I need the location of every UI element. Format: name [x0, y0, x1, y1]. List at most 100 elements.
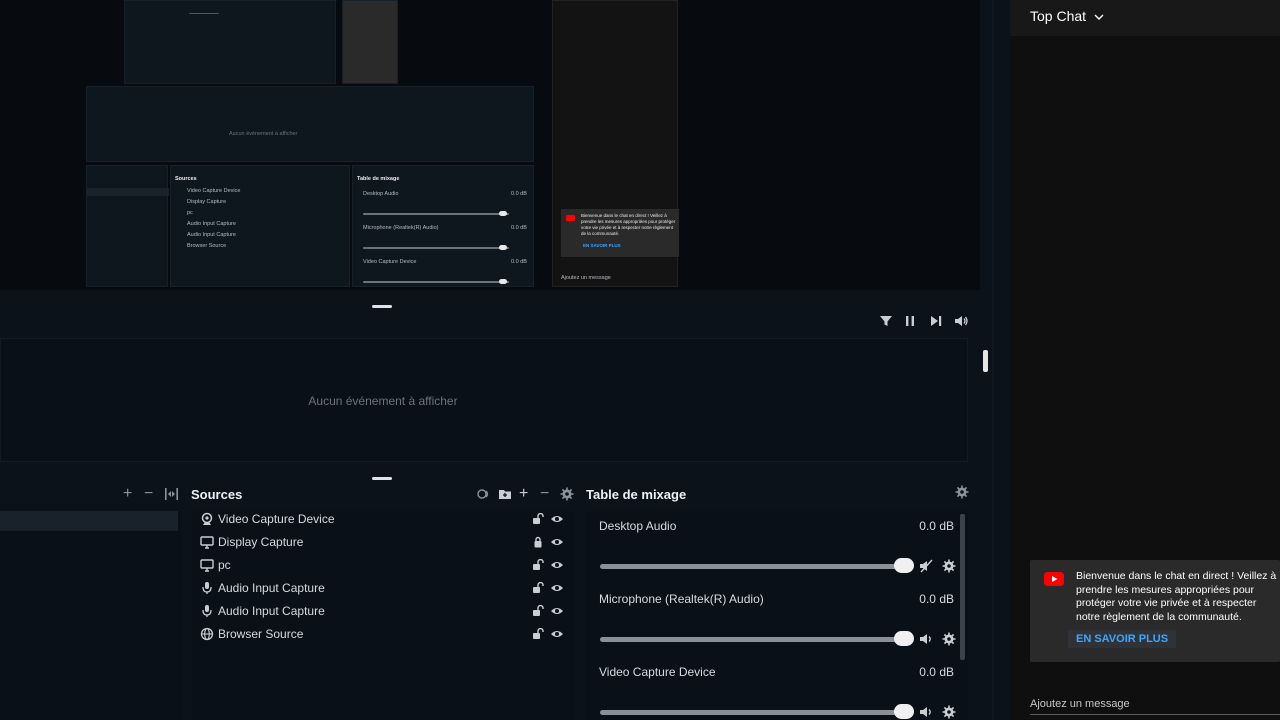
mini-chat-top: [342, 0, 398, 84]
add-source-button[interactable]: +: [519, 486, 528, 502]
dock-resize-handle[interactable]: [983, 350, 988, 372]
unlock-icon[interactable]: [532, 559, 544, 571]
window-divider: [992, 0, 994, 720]
source-label: Video Capture Device: [218, 512, 335, 526]
mini-window-top: [124, 0, 336, 84]
speaker-icon[interactable]: [919, 705, 933, 719]
log-toolbar: [0, 308, 980, 334]
mini-channel-knob: [499, 279, 507, 284]
channel-name: Video Capture Device: [599, 665, 716, 679]
log-empty-text: Aucun événement à afficher: [308, 394, 458, 408]
splitter-handle[interactable]: [372, 477, 392, 480]
mini-scene-selected: [87, 188, 169, 196]
channel-gear-icon[interactable]: [942, 632, 956, 646]
volume-slider-handle[interactable]: [894, 704, 914, 719]
eye-icon[interactable]: [550, 560, 564, 570]
source-row[interactable]: Audio Input Capture: [192, 578, 574, 600]
mini-source-item: Audio Input Capture: [187, 221, 236, 227]
source-row[interactable]: Audio Input Capture: [192, 601, 574, 623]
mini-chat-input: Ajoutez un message: [561, 275, 611, 281]
learn-more-link[interactable]: EN SAVOIR PLUS: [1068, 630, 1177, 648]
source-row[interactable]: pc: [192, 555, 574, 577]
filter-icon[interactable]: [878, 313, 894, 329]
unlock-icon[interactable]: [532, 513, 544, 525]
mini-channel-knob: [499, 245, 507, 250]
monitor-icon: [200, 536, 214, 549]
mini-channel-track: [363, 281, 509, 283]
volume-slider-handle[interactable]: [894, 558, 914, 573]
mini-chat-card-link: EN SAVOIR PLUS: [583, 243, 621, 248]
mini-scenes: [86, 165, 169, 287]
mini-channel-track: [363, 247, 509, 249]
chevron-down-icon: [1094, 14, 1104, 21]
audio-mixer-toggle-icon[interactable]: [477, 487, 492, 501]
eye-icon[interactable]: [550, 629, 564, 639]
unlock-icon[interactable]: [532, 628, 544, 640]
mixer-scrollbar[interactable]: [960, 514, 965, 660]
volume-slider-track[interactable]: [600, 564, 900, 569]
remove-scene-button[interactable]: −: [144, 486, 153, 502]
mixer-gear-icon[interactable]: [955, 485, 969, 499]
sources-list[interactable]: Video Capture Device Display Capture pc …: [192, 511, 574, 720]
channel-gear-icon[interactable]: [942, 559, 956, 573]
chat-mode-dropdown[interactable]: Top Chat: [1030, 8, 1104, 24]
add-folder-icon[interactable]: [498, 487, 512, 501]
channel-gear-icon[interactable]: [942, 705, 956, 719]
preview-canvas[interactable]: Aucun événement à afficher Sources Video…: [0, 0, 980, 290]
mini-log: Aucun événement à afficher: [86, 86, 534, 162]
mixer-channel: Desktop Audio 0.0 dB: [586, 511, 968, 585]
scenes-list[interactable]: [0, 511, 182, 720]
skip-forward-icon[interactable]: [928, 313, 944, 329]
mini-youtube-icon: [566, 215, 575, 221]
lock-icon[interactable]: [532, 536, 544, 548]
eye-icon[interactable]: [550, 537, 564, 547]
mini-source-item: Display Capture: [187, 199, 227, 205]
mini-channel-knob: [499, 211, 507, 216]
source-row[interactable]: Video Capture Device: [192, 509, 574, 531]
chat-welcome-card: Bienvenue dans le chat en direct ! Veill…: [1030, 560, 1280, 662]
mini-sources: Sources Video Capture Device Display Cap…: [170, 165, 350, 287]
volume-slider-handle[interactable]: [894, 631, 914, 646]
volume-slider-track[interactable]: [600, 637, 900, 642]
mini-channel-track: [363, 213, 509, 215]
source-label: Audio Input Capture: [218, 604, 325, 618]
speaker-icon[interactable]: [919, 632, 933, 646]
mixer-channel: Video Capture Device 0.0 dB: [586, 657, 968, 720]
filter-scene-button[interactable]: [164, 487, 179, 501]
eye-icon[interactable]: [550, 606, 564, 616]
chat-message-input[interactable]: Ajoutez un message: [1030, 698, 1130, 710]
globe-icon: [200, 627, 214, 641]
mini-source-item: Browser Source: [187, 243, 227, 249]
source-row[interactable]: Display Capture: [192, 532, 574, 554]
unlock-icon[interactable]: [532, 582, 544, 594]
source-properties-gear-icon[interactable]: [560, 487, 574, 501]
unlock-icon[interactable]: [532, 605, 544, 617]
eye-icon[interactable]: [550, 583, 564, 593]
mini-chat-card-text: Bienvenue dans le chat en direct ! Veill…: [581, 213, 676, 236]
mini-channel-db: 0.0 dB: [511, 191, 527, 197]
mini-log-empty: Aucun événement à afficher: [229, 131, 298, 137]
audio-mixer: Desktop Audio 0.0 dB Microphone (Realtek…: [586, 511, 968, 720]
channel-db: 0.0 dB: [919, 665, 954, 679]
volume-slider-track[interactable]: [600, 710, 900, 715]
remove-source-button[interactable]: −: [540, 486, 549, 502]
mixer-channel: Microphone (Realtek(R) Audio) 0.0 dB: [586, 584, 968, 658]
chat-input-underline: [1030, 714, 1280, 715]
source-row[interactable]: Browser Source: [192, 624, 574, 646]
add-scene-button[interactable]: +: [123, 486, 132, 502]
speaker-muted-icon[interactable]: [919, 559, 933, 573]
mini-source-item: pc: [187, 210, 193, 216]
eye-icon[interactable]: [550, 514, 564, 524]
monitor-icon: [200, 559, 214, 572]
mini-source-item: Video Capture Device: [187, 188, 241, 194]
mini-mixer: Table de mixage Desktop Audio 0.0 dB Mic…: [352, 165, 534, 287]
chat-mode-label: Top Chat: [1030, 8, 1087, 24]
scene-selected-row[interactable]: [0, 511, 178, 531]
mini-chat: Bienvenue dans le chat en direct ! Veill…: [552, 0, 679, 287]
mixer-title: Table de mixage: [586, 487, 687, 502]
pause-icon[interactable]: [902, 313, 918, 329]
mini-chat-card: Bienvenue dans le chat en direct ! Veill…: [561, 209, 679, 257]
mini-mixer-title: Table de mixage: [357, 176, 400, 182]
source-label: Audio Input Capture: [218, 581, 325, 595]
volume-icon[interactable]: [953, 313, 969, 329]
